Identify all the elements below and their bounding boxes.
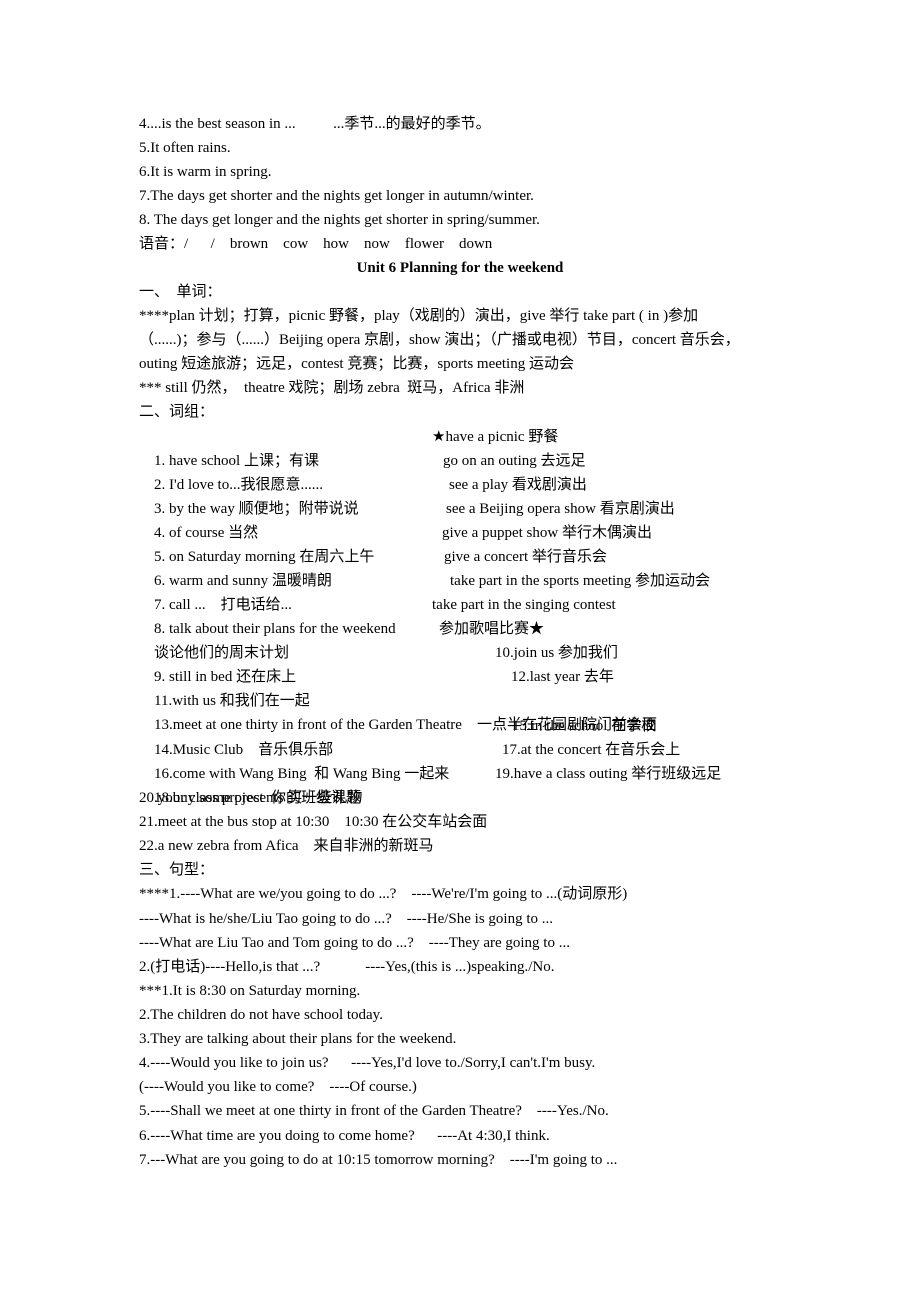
phrase-row: 11.with us 和我们在一起 12.last year 去年 <box>139 665 839 709</box>
phrase-row: 5. on Saturday morning 在周六上午 give a pupp… <box>139 521 839 565</box>
vocab-line: outing 短途旅游；远足，contest 竞赛；比赛，sports meet… <box>139 356 574 372</box>
phrase-row: 4. of course 当然 see a Beijing opera show… <box>139 497 839 541</box>
sentence-line: (----Would you like to come? ----Of cour… <box>139 1079 417 1095</box>
phrase-row: 21.meet at the bus stop at 10:30 10:30 在… <box>139 814 488 830</box>
phrase-right: take part in the singing contest <box>432 597 616 613</box>
sentence-line: 6.----What time are you doing to come ho… <box>139 1128 550 1144</box>
phrase-right: go on an outing 去远足 <box>443 453 586 469</box>
unit-title: Unit 6 Planning for the weekend <box>0 256 920 280</box>
phrase-right: 参加歌唱比赛★ <box>439 621 545 637</box>
vocab-line: *** still 仍然， theatre 戏院；剧场 zebra 斑马，Afr… <box>139 380 525 396</box>
phrase-row: 16.come with Wang Bing 和 Wang Bing 一起来 1… <box>139 738 839 782</box>
phrase-right: ★have a picnic 野餐 <box>432 429 559 445</box>
phonics-line: 语音：/ / brown cow how now flower down <box>139 236 493 252</box>
sentence-line: 2.(打电话)----Hello,is that ...? ----Yes,(t… <box>139 959 555 975</box>
phrase-right: 19.have a class outing 举行班级远足 <box>495 766 722 782</box>
sentence-line: 3.They are talking about their plans for… <box>139 1031 457 1047</box>
phrase-right: take part in the sports meeting 参加运动会 <box>450 573 710 589</box>
phrase-right: 12.last year 去年 <box>511 669 614 685</box>
sentence-line: 4.----Would you like to join us? ----Yes… <box>139 1055 596 1071</box>
section-heading: 二、词组： <box>139 404 215 420</box>
phrase-row: 7. call ... 打电话给... take part in the spo… <box>139 569 839 613</box>
sentence-line: ****1.----What are we/you going to do ..… <box>139 886 628 902</box>
phrase-row: 18.buy some presents 买一些礼物 19.have a cla… <box>139 762 839 806</box>
text-line: 8. The days get longer and the nights ge… <box>139 212 540 228</box>
text-line: 5.It often rains. <box>139 140 231 156</box>
phrase-row: 14.Music Club 音乐俱乐部 15.in the school 在学校 <box>139 714 839 758</box>
sentence-line: ----What are Liu Tao and Tom going to do… <box>139 935 570 951</box>
sentence-line: ***1.It is 8:30 on Saturday morning. <box>139 983 361 999</box>
phrase-right: give a concert 举行音乐会 <box>444 549 607 565</box>
phrase-right: 17.at the concert 在音乐会上 <box>502 742 681 758</box>
phrase-right: see a play 看戏剧演出 <box>449 477 587 493</box>
phrase-row: 9. still in bed 还在床上 10.join us 参加我们 <box>139 641 839 685</box>
sentence-line: 5.----Shall we meet at one thirty in fro… <box>139 1103 609 1119</box>
text-line: 7.The days get shorter and the nights ge… <box>139 188 534 204</box>
phrase-row: 3. by the way 顺便地；附带说说 see a play 看戏剧演出 <box>139 473 839 517</box>
sentence-line: ----What is he/she/Liu Tao going to do .… <box>139 911 554 927</box>
phrase-row: 8. talk about their plans for the weeken… <box>139 593 839 637</box>
phrase-right: see a Beijing opera show 看京剧演出 <box>446 501 675 517</box>
sentence-line: 7.---What are you going to do at 10:15 t… <box>139 1152 618 1168</box>
vocab-line: ****plan 计划；打算，picnic 野餐，play（戏剧的）演出，giv… <box>139 308 699 324</box>
phrase-row: 22.a new zebra from Afica 来自非洲的新斑马 <box>139 838 434 854</box>
phrase-row: 6. warm and sunny 温暖晴朗 give a concert 举行… <box>139 545 839 589</box>
phrase-row: 谈论他们的周末计划 参加歌唱比赛★ <box>139 617 839 661</box>
phrase-right: 15.in the school 在学校 <box>512 718 657 734</box>
text-line: 6.It is warm in spring. <box>139 164 272 180</box>
unit-title-text: Unit 6 Planning for the weekend <box>356 260 564 276</box>
section-heading: 一、 单词： <box>139 284 222 300</box>
phrase-row: 2. I'd love to...我很愿意...... go on an out… <box>139 449 839 493</box>
phrase-right: give a puppet show 举行木偶演出 <box>442 525 652 541</box>
section-heading: 三、句型： <box>139 862 215 878</box>
vocab-line: （......)；参与（......）Beijing opera 京剧，show… <box>139 332 740 348</box>
phrase-row: 20.your class project 你的班级课题 <box>139 790 362 806</box>
phrase-row: 13.meet at one thirty in front of the Ga… <box>139 689 839 733</box>
text-line: 4....is the best season in ... ...季节...的… <box>139 116 491 132</box>
phrase-row: 1. have school 上课；有课 ★have a picnic 野餐 <box>139 425 839 469</box>
phrase-right: 10.join us 参加我们 <box>495 645 618 661</box>
sentence-line: 2.The children do not have school today. <box>139 1007 383 1023</box>
